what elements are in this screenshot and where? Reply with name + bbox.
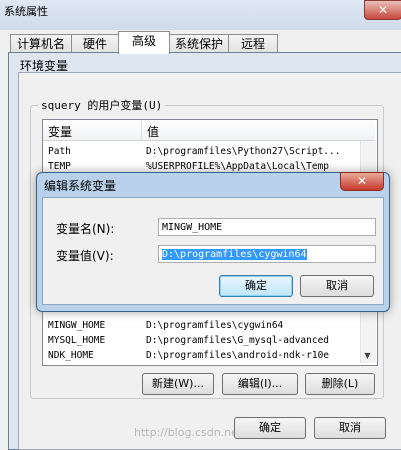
tab-hardware[interactable]: 硬件 — [71, 34, 119, 53]
tab-remote[interactable]: 远程 — [228, 34, 278, 53]
list-header: 变量 值 — [43, 120, 375, 141]
tab-system-protection[interactable]: 系统保护 — [169, 34, 229, 53]
list-item-value: D:\programfiles\Python27\Script... — [146, 146, 341, 157]
list-item[interactable]: MYSQL_HOME D:\programfiles\G_mysql-advan… — [48, 335, 368, 350]
system-properties-title: 系统属性 — [4, 5, 48, 18]
variable-name-label: 变量名(N): — [56, 222, 115, 236]
watermark: http://blog.csdn.net/ — [134, 426, 246, 439]
column-header-name[interactable]: 变量 — [48, 123, 72, 140]
new-variable-button[interactable]: 新建(W)... — [142, 373, 214, 395]
edit-dialog-title: 编辑系统变量 — [44, 179, 117, 193]
list-item[interactable]: MINGW_HOME D:\programfiles\cygwin64 — [48, 320, 368, 335]
column-header-value[interactable]: 值 — [147, 123, 159, 140]
list-item-value: D:\programfiles\android-ndk-r10e — [146, 350, 330, 361]
tab-computer-name[interactable]: 计算机名 — [10, 34, 72, 53]
env-cancel-button[interactable]: 取消 — [314, 417, 386, 439]
system-properties-titlebar — [0, 0, 401, 30]
list-item[interactable]: Path D:\programfiles\Python27\Script... — [48, 146, 368, 161]
variable-value-selection: D:\programfiles\cygwin64 — [162, 249, 307, 260]
edit-variable-button[interactable]: 编辑(I)... — [222, 373, 298, 395]
list-item-name: TEMP — [48, 161, 71, 172]
env-ok-button[interactable]: 确定 — [234, 417, 306, 439]
tab-advanced[interactable]: 高级 — [118, 31, 170, 54]
scroll-down-icon[interactable]: ▼ — [362, 350, 373, 361]
system-properties-tabs: 计算机名 硬件 高级 系统保护 远程 — [8, 31, 401, 54]
column-divider[interactable] — [141, 120, 142, 140]
variable-value-label: 变量值(V): — [56, 249, 114, 263]
list-item-name: NDK_HOME — [48, 350, 94, 361]
user-variables-group-title: squery 的用户变量(U) — [38, 97, 166, 113]
list-item[interactable]: NDK_HOME D:\programfiles\android-ndk-r10… — [48, 350, 368, 361]
variable-name-field[interactable]: MINGW_HOME — [158, 218, 376, 236]
list-item-value: D:\programfiles\G_mysql-advanced — [146, 335, 330, 346]
dialog-ok-button[interactable]: 确定 — [219, 275, 293, 297]
dialog-cancel-button[interactable]: 取消 — [300, 275, 374, 297]
variable-value-field[interactable]: D:\programfiles\cygwin64 — [158, 245, 376, 263]
list-item-name: MYSQL_HOME — [48, 335, 106, 346]
close-icon[interactable]: ✕ — [340, 172, 384, 191]
list-item-name: Path — [48, 146, 71, 157]
system-properties-close-icon[interactable]: ✕ — [364, 0, 401, 20]
delete-variable-button[interactable]: 删除(L) — [305, 373, 375, 395]
list-item-name: MINGW_HOME — [48, 320, 106, 331]
list-item-value: D:\programfiles\cygwin64 — [146, 320, 284, 331]
list-item-value: %USERPROFILE%\AppData\Local\Temp — [146, 161, 330, 172]
